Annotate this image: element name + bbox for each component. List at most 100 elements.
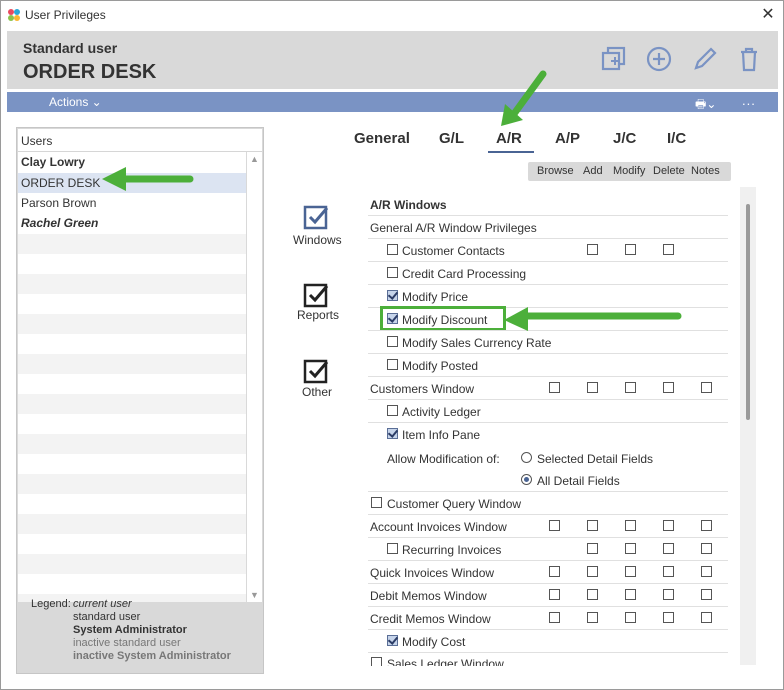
edit-icon[interactable]: [690, 44, 720, 74]
recurring-invoices-delete-checkbox[interactable]: [663, 543, 674, 554]
customers-window-browse-checkbox[interactable]: [549, 382, 560, 393]
users-panel: Users Clay Lowry ORDER DESK Parson Brown…: [16, 127, 264, 674]
item-info-pane-label: Item Info Pane: [402, 428, 481, 442]
modify-sales-currency-checkbox[interactable]: [387, 336, 398, 347]
recurring-invoices-modify-checkbox[interactable]: [625, 543, 636, 554]
recurring-invoices-checkbox[interactable]: [387, 543, 398, 554]
credit-memos-add-checkbox[interactable]: [587, 612, 598, 623]
modify-cost-checkbox[interactable]: [387, 635, 398, 646]
tab-ap[interactable]: A/P: [555, 130, 580, 147]
green-arrow-icon: [501, 70, 547, 126]
customer-contacts-modify-checkbox[interactable]: [625, 244, 636, 255]
debit-memos-delete-checkbox[interactable]: [663, 589, 674, 600]
credit-memos-browse-checkbox[interactable]: [549, 612, 560, 623]
credit-memos-notes-checkbox[interactable]: [701, 612, 712, 623]
list-item[interactable]: Parson Brown: [18, 193, 246, 213]
printer-icon[interactable]: 🖶⌄: [695, 95, 716, 116]
quick-invoices-delete-checkbox[interactable]: [663, 566, 674, 577]
quick-invoices-browse-checkbox[interactable]: [549, 566, 560, 577]
account-invoices-browse-checkbox[interactable]: [549, 520, 560, 531]
green-arrow-icon: [504, 307, 682, 331]
account-invoices-add-checkbox[interactable]: [587, 520, 598, 531]
modify-sales-currency-label: Modify Sales Currency Rate: [402, 336, 552, 350]
sales-ledger-checkbox[interactable]: [371, 657, 382, 666]
debit-memos-browse-checkbox[interactable]: [549, 589, 560, 600]
user-type-label: Standard user: [23, 40, 118, 56]
privileges-scroll-thumb[interactable]: [746, 204, 750, 420]
operation-column-headers: Browse Add Modify Delete Notes: [528, 162, 731, 181]
divider: [368, 284, 728, 285]
customers-window-delete-checkbox[interactable]: [663, 382, 674, 393]
category-windows[interactable]: Windows: [293, 233, 342, 247]
actions-menu[interactable]: Actions ⌄: [49, 95, 102, 109]
more-icon[interactable]: ...: [742, 93, 756, 108]
quick-invoices-notes-checkbox[interactable]: [701, 566, 712, 577]
empty-rows: [18, 234, 246, 602]
users-header: Users: [18, 129, 262, 152]
list-item[interactable]: Rachel Green: [18, 213, 246, 233]
divider: [368, 215, 728, 216]
tab-ic[interactable]: I/C: [667, 130, 686, 147]
delete-icon[interactable]: [734, 44, 764, 74]
col-delete: Delete: [653, 165, 685, 177]
modify-price-label: Modify Price: [402, 290, 469, 304]
tab-gl[interactable]: G/L: [439, 130, 464, 147]
credit-memos-modify-checkbox[interactable]: [625, 612, 636, 623]
credit-card-checkbox[interactable]: [387, 267, 398, 278]
modify-cost-label: Modify Cost: [402, 635, 466, 649]
category-reports[interactable]: Reports: [297, 308, 339, 322]
account-invoices-delete-checkbox[interactable]: [663, 520, 674, 531]
credit-memos-delete-checkbox[interactable]: [663, 612, 674, 623]
customers-window-modify-checkbox[interactable]: [625, 382, 636, 393]
customer-contacts-add-checkbox[interactable]: [587, 244, 598, 255]
windows-check-icon[interactable]: [302, 202, 332, 232]
selected-fields-radio[interactable]: [521, 452, 532, 463]
divider: [368, 652, 728, 653]
recurring-invoices-add-checkbox[interactable]: [587, 543, 598, 554]
divider: [368, 353, 728, 354]
all-fields-radio[interactable]: [521, 474, 532, 485]
activity-ledger-label: Activity Ledger: [402, 405, 481, 419]
recurring-invoices-notes-checkbox[interactable]: [701, 543, 712, 554]
debit-memos-notes-checkbox[interactable]: [701, 589, 712, 600]
account-invoices-modify-checkbox[interactable]: [625, 520, 636, 531]
quick-invoices-modify-checkbox[interactable]: [625, 566, 636, 577]
customers-window-notes-checkbox[interactable]: [701, 382, 712, 393]
customer-contacts-delete-checkbox[interactable]: [663, 244, 674, 255]
account-invoices-label: Account Invoices Window: [370, 520, 507, 534]
allow-modification-label: Allow Modification of:: [387, 452, 500, 466]
divider: [368, 514, 728, 515]
debit-memos-add-checkbox[interactable]: [587, 589, 598, 600]
copy-icon[interactable]: [599, 44, 629, 74]
add-icon[interactable]: [644, 44, 674, 74]
tab-general[interactable]: General: [354, 130, 410, 147]
users-scrollbar[interactable]: ▲ ▼: [247, 152, 262, 602]
divider: [368, 491, 728, 492]
customer-query-checkbox[interactable]: [371, 497, 382, 508]
divider: [368, 537, 728, 538]
window-title: User Privileges: [25, 8, 106, 22]
divider: [368, 583, 728, 584]
all-fields-label: All Detail Fields: [537, 474, 620, 488]
category-other[interactable]: Other: [302, 385, 332, 399]
divider: [368, 560, 728, 561]
tab-ar[interactable]: A/R: [496, 130, 522, 147]
tab-jc[interactable]: J/C: [613, 130, 636, 147]
modify-posted-checkbox[interactable]: [387, 359, 398, 370]
general-privileges-label: General A/R Window Privileges: [370, 221, 537, 235]
other-check-icon[interactable]: [302, 356, 332, 386]
activity-ledger-checkbox[interactable]: [387, 405, 398, 416]
quick-invoices-add-checkbox[interactable]: [587, 566, 598, 577]
customer-contacts-label: Customer Contacts: [402, 244, 505, 258]
debit-memos-modify-checkbox[interactable]: [625, 589, 636, 600]
record-header: Standard user ORDER DESK: [7, 31, 778, 89]
divider: [368, 606, 728, 607]
close-icon[interactable]: ✕: [759, 4, 777, 24]
item-info-pane-checkbox[interactable]: [387, 428, 398, 439]
customers-window-add-checkbox[interactable]: [587, 382, 598, 393]
reports-check-icon[interactable]: [302, 280, 332, 310]
account-invoices-notes-checkbox[interactable]: [701, 520, 712, 531]
customer-contacts-checkbox[interactable]: [387, 244, 398, 255]
active-tab-underline: [488, 151, 534, 153]
modify-price-checkbox[interactable]: [387, 290, 398, 301]
